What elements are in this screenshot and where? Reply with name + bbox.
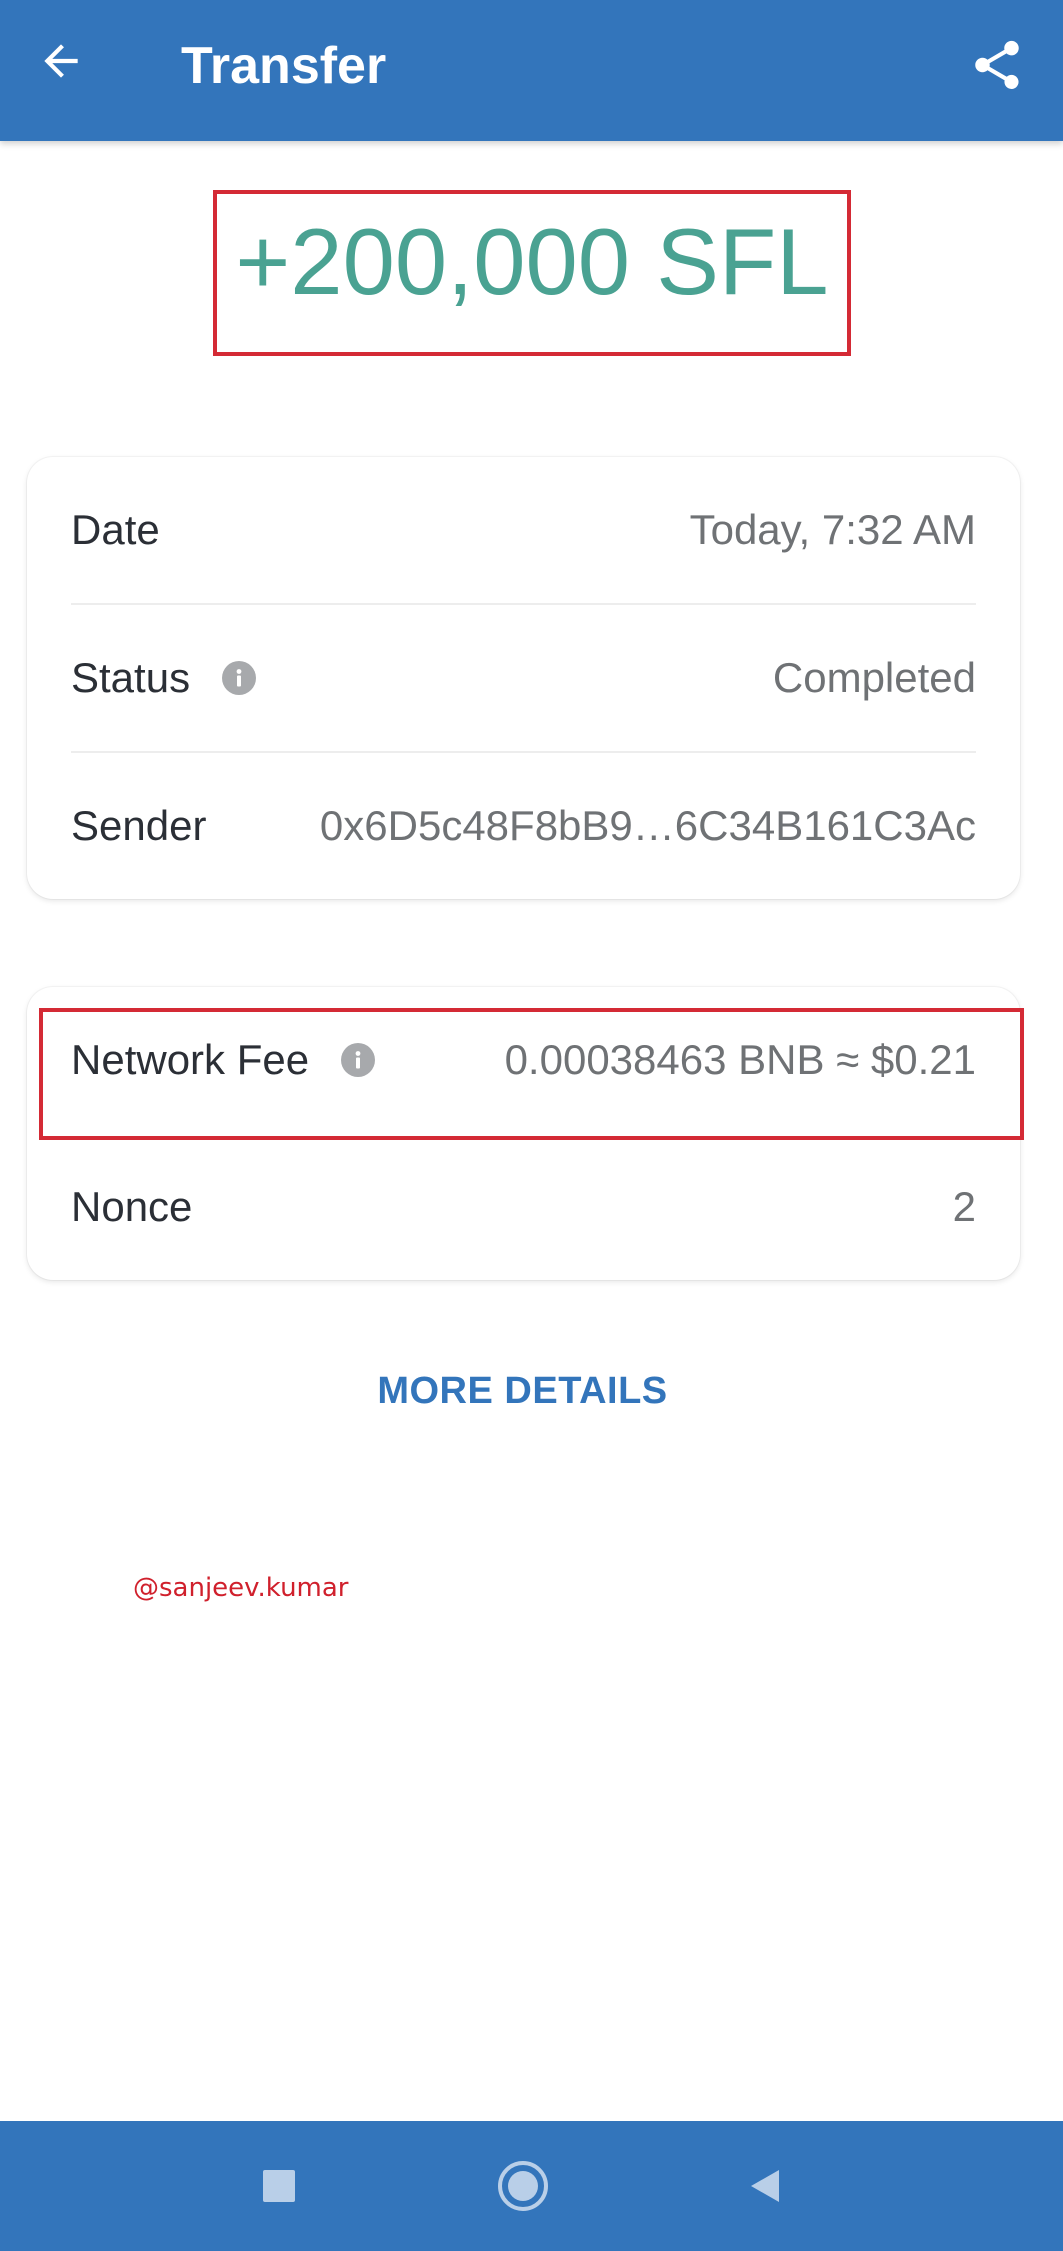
nonce-value: 2 [952,1183,976,1230]
network-fee-value: 0.00038463 BNB ≈ $0.21 [504,1036,976,1083]
amount-highlight-box: +200,000 SFL [213,190,851,356]
page-title: Transfer [181,37,387,95]
square-icon [263,2170,295,2202]
back-button[interactable] [26,26,96,96]
network-fee-row: Network Fee 0.00038463 BNB ≈ $0.21 [71,987,976,1133]
home-button[interactable] [478,2141,568,2231]
nonce-label: Nonce [71,1183,193,1230]
triangle-back-icon [751,2170,779,2202]
sender-row[interactable]: Sender 0x6D5c48F8bB9…6C34B161C3Ac [71,753,976,899]
date-value: Today, 7:32 AM [689,506,976,553]
share-button[interactable] [962,30,1032,100]
date-label: Date [71,506,160,553]
network-fee-label: Network Fee [71,1036,310,1083]
arrow-left-icon [44,44,78,78]
app-bar: Transfer [0,0,1063,141]
sender-address[interactable]: 0x6D5c48F8bB9…6C34B161C3Ac [320,802,976,850]
sender-label: Sender [71,802,207,849]
status-row: Status Completed [71,605,976,751]
network-fee-card: Network Fee 0.00038463 BNB ≈ $0.21 Nonce… [27,987,1020,1280]
info-icon[interactable] [222,661,257,695]
nonce-row: Nonce 2 [71,1134,976,1280]
status-label: Status [71,654,191,701]
watermark: @sanjeev.kumar [133,1573,349,1603]
share-icon [975,40,1019,89]
more-details-button[interactable]: MORE DETAILS [0,1370,1045,1413]
recent-apps-button[interactable] [234,2141,324,2231]
date-row: Date Today, 7:32 AM [71,457,976,603]
transaction-details-card: Date Today, 7:32 AM Status Completed Sen… [27,457,1020,899]
system-back-button[interactable] [720,2141,810,2231]
transfer-amount: +200,000 SFL [235,209,829,314]
circle-home-icon [498,2161,548,2211]
status-value: Completed [772,654,976,701]
system-navigation-bar [0,2121,1063,2251]
info-icon[interactable] [341,1043,376,1077]
